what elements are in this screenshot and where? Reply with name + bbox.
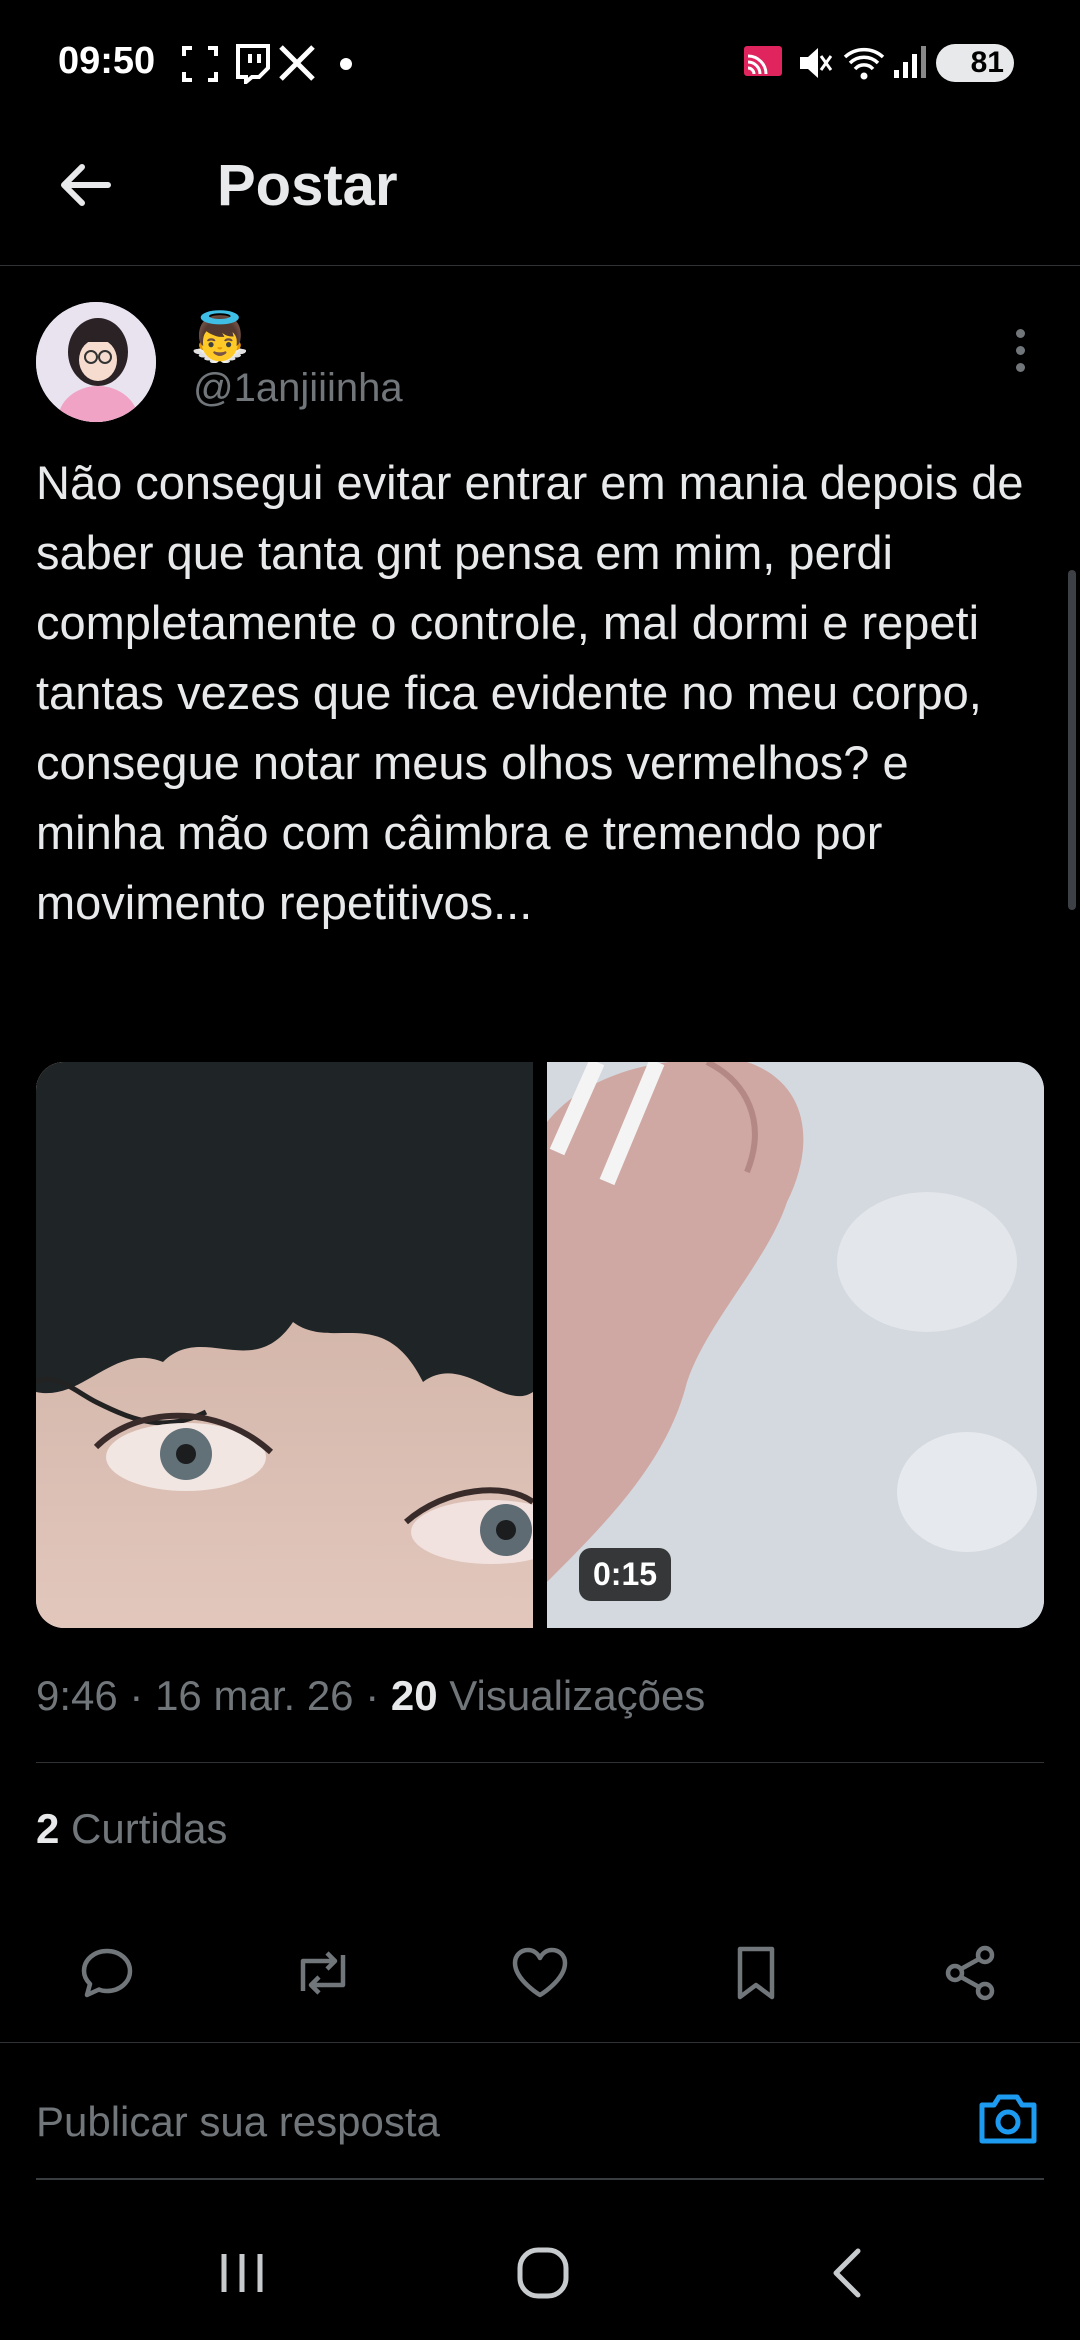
signal-icon (894, 46, 926, 78)
author-handle[interactable]: @1anjiiinha (193, 366, 403, 411)
home-icon (517, 2247, 569, 2299)
bookmark-icon (737, 1946, 775, 2000)
video-hand[interactable]: 0:15 (547, 1062, 1044, 1628)
camera-button[interactable] (976, 2089, 1040, 2149)
share-icon (945, 1945, 995, 2001)
media-grid: 0:15 (36, 1062, 1044, 1628)
battery-indicator: 81 (936, 44, 1014, 82)
video-hand-image (547, 1062, 1044, 1628)
more-dot-icon (1015, 345, 1025, 355)
chevron-left-icon (833, 2248, 861, 2298)
screenshot-icon (182, 46, 218, 82)
views-label: Visualizações (449, 1672, 706, 1719)
likes-row[interactable]: 2 Curtidas (36, 1805, 227, 1853)
repost-button[interactable] (288, 1938, 358, 2008)
likes-count: 2 (36, 1805, 60, 1852)
status-bar: 09:50 81 (0, 0, 1080, 120)
meta-separator: · (129, 1672, 156, 1719)
repost-icon (300, 1951, 346, 1995)
cast-icon (744, 46, 782, 76)
top-bar: Postar (0, 120, 1080, 266)
notification-dot-icon (340, 58, 352, 70)
more-dot-icon (1015, 328, 1025, 338)
camera-icon (979, 2094, 1037, 2144)
likes-label: Curtidas (71, 1805, 228, 1852)
battery-level: 81 (970, 46, 1004, 79)
post-meta: 9:46 · 16 mar. 26 · 20 Visualizações (36, 1672, 705, 1720)
recent-apps-button[interactable] (202, 2238, 282, 2308)
post-date: 16 mar. 26 (155, 1672, 354, 1719)
nav-back-button[interactable] (808, 2238, 888, 2308)
bookmark-button[interactable] (721, 1938, 791, 2008)
recent-apps-icon (221, 2254, 263, 2292)
avatar[interactable] (36, 302, 156, 422)
reply-underline (36, 2178, 1044, 2180)
video-duration: 0:15 (579, 1548, 672, 1601)
system-nav-bar (0, 2200, 1080, 2340)
twitch-icon (236, 44, 270, 84)
views-count: 20 (390, 1672, 438, 1719)
more-dot-icon (1015, 362, 1025, 372)
back-button[interactable] (50, 150, 120, 220)
wifi-icon (843, 47, 885, 80)
reply-button[interactable] (72, 1938, 142, 2008)
meta-separator: · (365, 1672, 391, 1719)
page-title: Postar (217, 153, 398, 218)
divider (36, 1762, 1044, 1763)
home-button[interactable] (503, 2238, 583, 2308)
reply-input[interactable]: Publicar sua resposta (36, 2098, 440, 2146)
like-button[interactable] (505, 1938, 575, 2008)
x-logo-icon (279, 45, 315, 81)
more-options-button[interactable] (1000, 320, 1040, 380)
post-text: Não consegui evitar entrar em mania depo… (36, 456, 1024, 929)
post-time: 9:46 (36, 1672, 118, 1719)
status-time: 09:50 (58, 40, 156, 82)
comment-icon (81, 1948, 133, 1998)
arrow-left-icon (61, 164, 111, 206)
avatar-illustration (36, 302, 156, 422)
reply-composer[interactable]: Publicar sua resposta (0, 2043, 1080, 2179)
action-bar (0, 1920, 1080, 2020)
photo-eyes[interactable] (36, 1062, 533, 1628)
scrollbar[interactable] (1068, 570, 1076, 910)
heart-icon (512, 1947, 568, 1998)
mute-icon (800, 48, 832, 78)
author-name[interactable]: 👼 (190, 310, 250, 366)
photo-eyes-image (36, 1062, 533, 1628)
share-button[interactable] (936, 1938, 1006, 2008)
